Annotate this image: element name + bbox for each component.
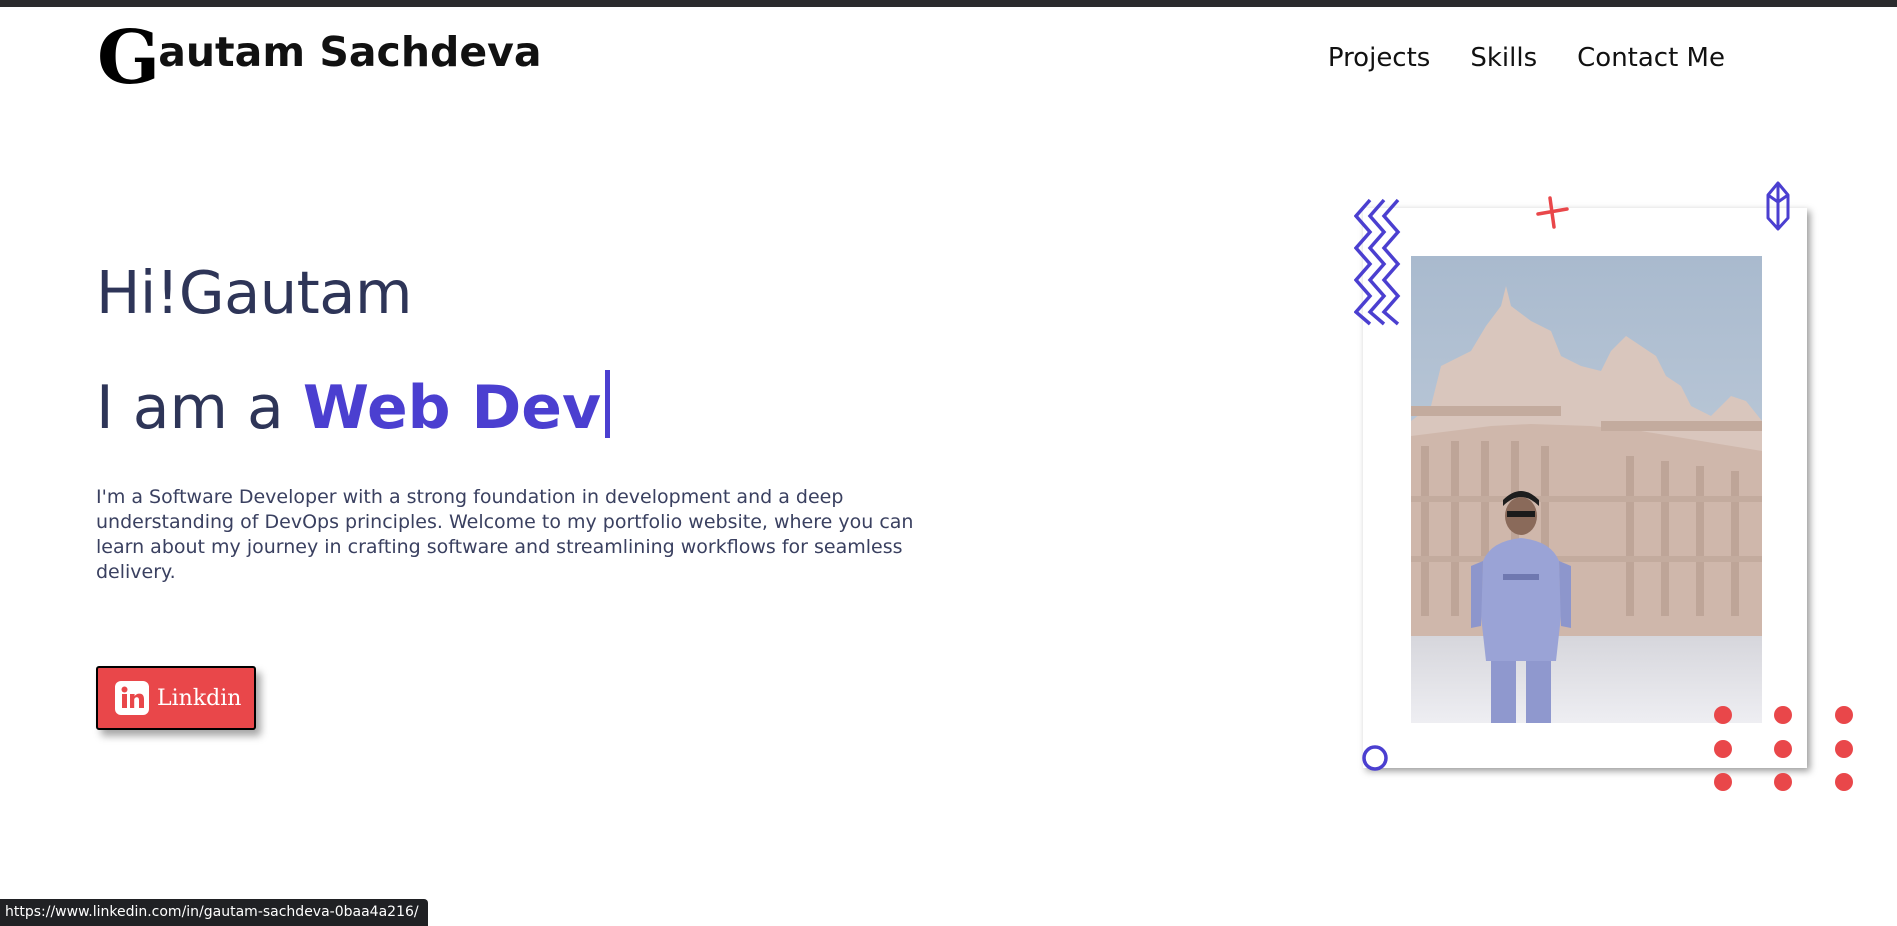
browser-top-strip	[0, 0, 1897, 7]
role-prefix: I am a	[96, 373, 303, 443]
ring-decoration	[1362, 745, 1388, 771]
hero-bio: I'm a Software Developer with a strong f…	[96, 486, 914, 583]
typing-cursor	[605, 370, 611, 438]
dot-grid-decoration	[1714, 706, 1853, 791]
hero-role-line: I am a Web Dev	[96, 368, 611, 448]
linkedin-icon	[115, 681, 149, 715]
zigzag-decoration	[1354, 198, 1401, 326]
nav-link-skills[interactable]: Skills	[1470, 40, 1537, 76]
nav-link-projects[interactable]: Projects	[1328, 40, 1431, 76]
linkedin-button-label: Linkdin	[157, 685, 242, 711]
linkedin-button[interactable]: Linkdin	[96, 666, 256, 730]
profile-photo	[1411, 256, 1762, 723]
cross-decoration	[1536, 196, 1569, 229]
browser-status-url: https://www.linkedin.com/in/gautam-sachd…	[0, 899, 428, 926]
role-typed-word: Web Dev	[302, 373, 602, 443]
gem-decoration	[1766, 181, 1790, 231]
logo-initial: G	[97, 15, 160, 101]
hero-greeting: Hi!Gautam	[96, 258, 412, 327]
nav-link-contact[interactable]: Contact Me	[1577, 40, 1725, 76]
logo-text: autam Sachdeva	[158, 28, 542, 76]
main-nav: Projects Skills Contact Me	[1328, 40, 1725, 76]
site-logo[interactable]: G autam Sachdeva	[97, 15, 542, 101]
